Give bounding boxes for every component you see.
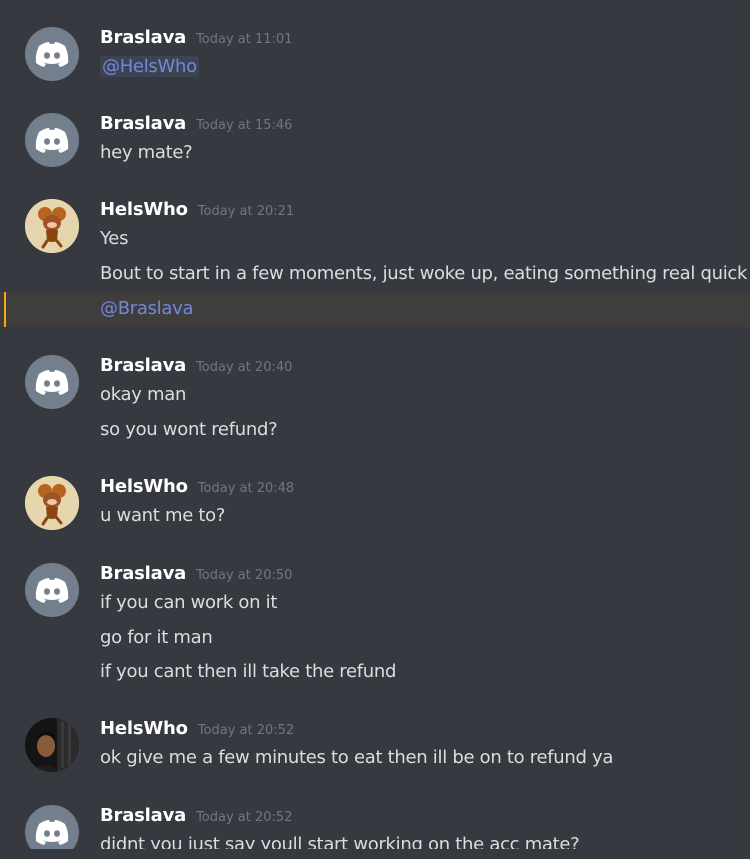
timestamp: Today at 20:21 (197, 204, 295, 219)
message-text: Bout to start in a few moments, just wok… (100, 263, 748, 284)
message-text: hey mate? (100, 142, 193, 163)
discord-logo-icon[interactable] (25, 355, 79, 409)
jerry-mouse-avatar[interactable] (25, 199, 79, 253)
username[interactable]: Braslava Today at 20:50 (100, 563, 292, 584)
message-text: Yes (100, 228, 129, 249)
timestamp: Today at 20:52 (196, 810, 293, 825)
chat-message-list: Braslava Today at 11:01 @HelsWho Braslava… (0, 0, 750, 859)
discord-logo-icon[interactable] (25, 27, 79, 81)
message-text: so you wont refund? (100, 419, 278, 440)
message-text: okay man (100, 384, 187, 405)
message-text: u want me to? (100, 505, 226, 526)
message-text: @Braslava (100, 298, 193, 319)
message-text: if you cant then ill take the refund (100, 661, 397, 682)
username[interactable]: Braslava Today at 20:52 (100, 805, 292, 826)
mention-highlight-bar (4, 292, 6, 327)
username[interactable]: HelsWho Today at 20:52 (100, 718, 294, 739)
timestamp: Today at 20:40 (196, 360, 293, 375)
timestamp: Today at 20:50 (196, 568, 293, 583)
timestamp: Today at 20:48 (197, 481, 295, 496)
timestamp: Today at 11:01 (196, 32, 293, 47)
message-text: ok give me a few minutes to eat then ill… (100, 747, 614, 768)
user-mention[interactable]: @Braslava (100, 298, 193, 319)
person-photo-avatar[interactable] (25, 718, 79, 772)
bottom-crop-edge (0, 849, 750, 859)
username[interactable]: Braslava Today at 11:01 (100, 27, 292, 48)
message-text: @HelsWho (100, 56, 199, 77)
jerry-mouse-avatar[interactable] (25, 476, 79, 530)
discord-logo-icon[interactable] (25, 113, 79, 167)
timestamp: Today at 15:46 (196, 118, 293, 133)
discord-logo-icon[interactable] (25, 563, 79, 617)
timestamp: Today at 20:52 (197, 723, 295, 738)
user-mention[interactable]: @HelsWho (100, 56, 199, 77)
username[interactable]: HelsWho Today at 20:48 (100, 476, 294, 497)
message-text: if you can work on it (100, 592, 278, 613)
username[interactable]: HelsWho Today at 20:21 (100, 199, 294, 220)
username[interactable]: Braslava Today at 15:46 (100, 113, 292, 134)
message-text: go for it man (100, 627, 213, 648)
username[interactable]: Braslava Today at 20:40 (100, 355, 292, 376)
